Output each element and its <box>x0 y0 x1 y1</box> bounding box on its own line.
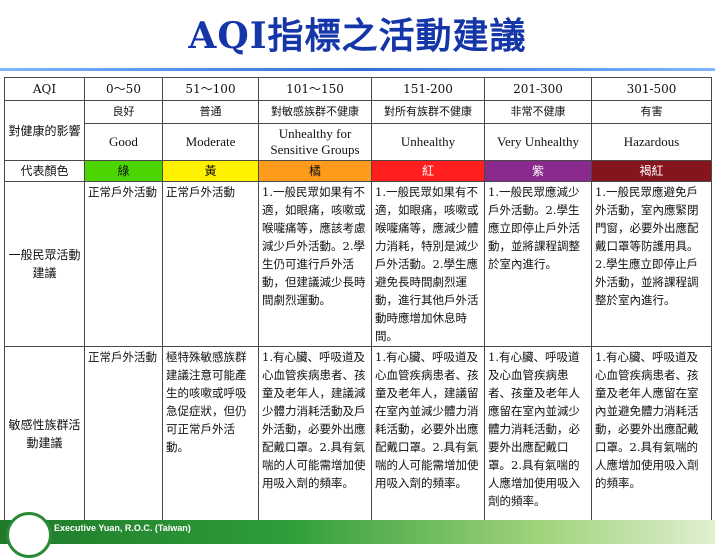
health-level-cn: 對所有族群不健康 <box>371 100 485 124</box>
sensitive-advice-label: 敏感性族群活動建議 <box>4 346 85 521</box>
color-swatch-yellow: 黃 <box>162 160 259 182</box>
executive-yuan-logo-icon <box>6 512 52 558</box>
health-level-en: Hazardous <box>591 123 712 161</box>
health-level-en: Moderate <box>162 123 259 161</box>
sensitive-advice-cell: 1.有心臟、呼吸道及心血管疾病患者、孩童及老年人，建議留在室內並減少體力消耗活動… <box>371 346 485 521</box>
aqi-range: 51～100 <box>162 77 259 101</box>
aqi-range: 201-300 <box>484 77 592 101</box>
sensitive-advice-row: 敏感性族群活動建議 正常戶外活動 極特殊敏感族群建議注意可能產生的咳嗽或呼吸急促… <box>4 346 712 521</box>
general-advice-cell: 1.一般民眾如果有不適，如眼痛，咳嗽或喉嚨痛等，應減少體力消耗，特別是減少戶外活… <box>371 181 485 347</box>
color-swatch-orange: 橘 <box>258 160 372 182</box>
sensitive-advice-cell: 正常戶外活動 <box>84 346 163 521</box>
general-advice-cell: 正常戶外活動 <box>162 181 259 347</box>
health-impact-label: 對健康的影響 <box>4 100 85 161</box>
color-row: 代表顏色 綠 黃 橘 紅 紫 褐紅 <box>4 160 712 182</box>
health-level-en: Unhealthy <box>371 123 485 161</box>
health-level-cn: 非常不健康 <box>484 100 592 124</box>
color-swatch-red: 紅 <box>371 160 485 182</box>
color-swatch-purple: 紫 <box>484 160 592 182</box>
title-divider <box>0 68 715 71</box>
aqi-range: 301-500 <box>591 77 712 101</box>
aqi-range-row: AQI 0～50 51～100 101～150 151-200 201-300 … <box>4 77 712 101</box>
health-level-cn: 有害 <box>591 100 712 124</box>
aqi-activity-table: AQI 0～50 51～100 101～150 151-200 201-300 … <box>4 77 712 521</box>
health-level-cn: 普通 <box>162 100 259 124</box>
health-impact-cn-row: 對健康的影響 良好 普通 對敏感族群不健康 對所有族群不健康 非常不健康 有害 <box>4 100 712 161</box>
sensitive-advice-cell: 1.有心臟、呼吸道及心血管疾病患者、孩童及老年人應留在室內並避免體力消耗活動，必… <box>591 346 712 521</box>
aqi-range: 0～50 <box>84 77 163 101</box>
sensitive-advice-cell: 1.有心臟、呼吸道及心血管疾病患者、孩童及老年人，建議減少體力消耗活動及戶外活動… <box>258 346 372 521</box>
general-advice-cell: 1.一般民眾如果有不適，如眼痛，咳嗽或喉嚨痛等，應該考慮減少戶外活動。2.學生仍… <box>258 181 372 347</box>
general-advice-cell: 1.一般民眾應減少戶外活動。2.學生應立即停止戶外活動，並將課程調整於室內進行。 <box>484 181 592 347</box>
health-impact-en-row: Good Moderate Unhealthy for Sensitive Gr… <box>5 123 712 161</box>
aqi-range: 151-200 <box>371 77 485 101</box>
health-level-en: Unhealthy for Sensitive Groups <box>258 123 372 161</box>
general-advice-label: 一般民眾活動建議 <box>4 181 85 347</box>
general-advice-cell: 1.一般民眾應避免戶外活動，室內應緊閉門窗，必要外出應配戴口罩等防護用具。2.學… <box>591 181 712 347</box>
color-swatch-maroon: 褐紅 <box>591 160 712 182</box>
general-advice-cell: 正常戶外活動 <box>84 181 163 347</box>
general-advice-row: 一般民眾活動建議 正常戶外活動 正常戶外活動 1.一般民眾如果有不適，如眼痛，咳… <box>4 181 712 347</box>
footer-text: Executive Yuan, R.O.C. (Taiwan) <box>54 523 191 533</box>
health-level-cn: 良好 <box>84 100 163 124</box>
color-swatch-green: 綠 <box>84 160 163 182</box>
health-level-en: Very Unhealthy <box>484 123 592 161</box>
sensitive-advice-cell: 極特殊敏感族群建議注意可能產生的咳嗽或呼吸急促症狀，但仍可正常戶外活動。 <box>162 346 259 521</box>
health-level-en: Good <box>84 123 163 161</box>
aqi-range: 101～150 <box>258 77 372 101</box>
sensitive-advice-cell: 1.有心臟、呼吸道及心血管疾病患者、孩童及老年人應留在室內並減少體力消耗活動，必… <box>484 346 592 521</box>
color-label: 代表顏色 <box>4 160 85 182</box>
slide-title: AQI指標之活動建議 <box>188 15 527 57</box>
health-level-cn: 對敏感族群不健康 <box>258 100 372 124</box>
aqi-header-label: AQI <box>4 77 85 101</box>
